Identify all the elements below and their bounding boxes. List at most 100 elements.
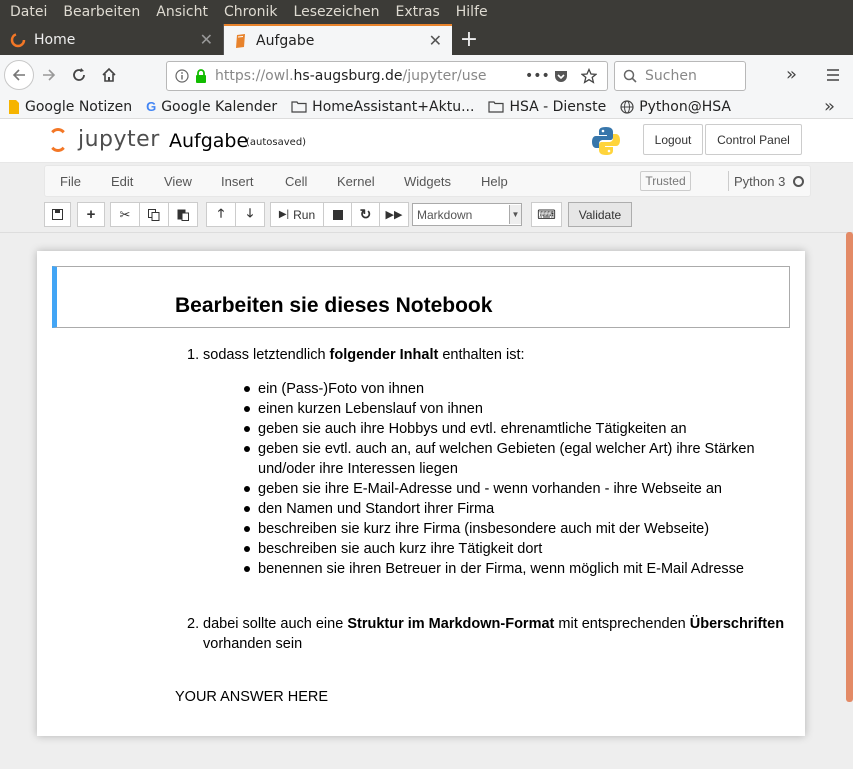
- list-item-1: 1. sodass letztendlich folgender Inhalt …: [175, 345, 785, 579]
- menu-view[interactable]: View: [164, 174, 192, 189]
- scrollbar[interactable]: [846, 232, 853, 702]
- cell-type-value: Markdown: [417, 207, 473, 222]
- menu-kernel[interactable]: Kernel: [337, 174, 375, 189]
- address-bar[interactable]: https://owl. hs-augsburg.de/jupyter/use •…: [166, 61, 608, 91]
- command-palette-button[interactable]: ⌨: [531, 202, 562, 227]
- list-item: benennen sie ihren Betreuer in der Firma…: [231, 559, 785, 579]
- bookmark-hsa-dienste[interactable]: HSA - Dienste: [488, 99, 606, 115]
- keep-icon: [9, 99, 19, 114]
- bullet-list: ein (Pass-)Foto von ihnen einen kurzen L…: [231, 379, 785, 579]
- insert-cell-button[interactable]: +: [77, 202, 105, 227]
- restart-run-all-button[interactable]: ▶▶: [379, 202, 409, 227]
- item2-text-end: vorhanden sein: [203, 636, 303, 652]
- menu-ansicht[interactable]: Ansicht: [156, 4, 208, 20]
- overflow-chevron-icon[interactable]: »: [786, 64, 797, 85]
- list-number: 2.: [187, 616, 200, 632]
- google-g-icon: G: [146, 99, 157, 114]
- tab-home-label: Home: [34, 31, 76, 48]
- bookmarks-overflow-icon[interactable]: »: [824, 96, 835, 117]
- menu-file[interactable]: File: [60, 174, 81, 189]
- list-item: einen kurzen Lebenslauf von ihnen: [231, 399, 785, 419]
- run-button[interactable]: ▶| Run: [270, 202, 324, 227]
- menu-lesezeichen[interactable]: Lesezeichen: [294, 4, 380, 20]
- os-menu-bar: Datei Bearbeiten Ansicht Chronik Lesezei…: [0, 0, 853, 24]
- move-up-button[interactable]: 🡑: [206, 202, 236, 227]
- tab-home[interactable]: Home ✕: [0, 24, 224, 55]
- menu-cell[interactable]: Cell: [285, 174, 307, 189]
- back-button[interactable]: [4, 60, 34, 90]
- url-prefix: https://owl.: [215, 68, 294, 84]
- search-placeholder: Suchen: [645, 68, 697, 84]
- bookmark-label: Python@HSA: [639, 98, 731, 115]
- page-actions-icon[interactable]: •••: [525, 68, 550, 84]
- cut-button[interactable]: ✂: [110, 202, 140, 227]
- menu-insert[interactable]: Insert: [221, 174, 254, 189]
- notebook-name[interactable]: Aufgabe: [169, 130, 248, 152]
- pocket-icon[interactable]: [553, 68, 569, 84]
- bookmark-google-notizen[interactable]: Google Notizen: [8, 99, 132, 115]
- bookmark-python-hsa[interactable]: Python@HSA: [620, 99, 731, 115]
- move-down-button[interactable]: 🡓: [235, 202, 265, 227]
- bookmark-label: Google Kalender: [161, 98, 278, 115]
- menu-datei[interactable]: Datei: [10, 4, 47, 20]
- menu-chronik[interactable]: Chronik: [224, 4, 278, 20]
- tab-aufgabe-close-icon[interactable]: ✕: [429, 31, 442, 50]
- list-item: beschreiben sie kurz ihre Firma (insbeso…: [231, 519, 785, 539]
- bookmark-google-kalender[interactable]: G Google Kalender: [146, 99, 277, 115]
- restart-icon: ↻: [359, 206, 372, 222]
- hamburger-menu-icon[interactable]: [826, 68, 840, 82]
- dropdown-arrow-icon: ▼: [509, 205, 521, 224]
- restart-button[interactable]: ↻: [351, 202, 380, 227]
- reload-button[interactable]: [64, 60, 94, 90]
- save-button[interactable]: [44, 202, 71, 227]
- menu-hilfe[interactable]: Hilfe: [456, 4, 488, 20]
- control-panel-button[interactable]: Control Panel: [705, 124, 802, 155]
- menu-edit[interactable]: Edit: [111, 174, 133, 189]
- scissors-icon: ✂: [119, 206, 131, 222]
- item1-text-end: enthalten ist:: [438, 347, 525, 363]
- new-tab-icon[interactable]: +: [452, 24, 486, 55]
- navigation-bar: https://owl. hs-augsburg.de/jupyter/use •…: [0, 55, 853, 95]
- run-label: Run: [293, 207, 316, 222]
- copy-button[interactable]: [139, 202, 169, 227]
- trusted-indicator[interactable]: Trusted: [640, 171, 691, 191]
- notebook-menubar: File Edit View Insert Cell Kernel Widget…: [44, 165, 811, 197]
- bookmark-label: HomeAssistant+Aktu...: [312, 98, 475, 115]
- cell-type-select[interactable]: Markdown ▼: [412, 203, 522, 226]
- interrupt-button[interactable]: [323, 202, 352, 227]
- jupyter-logo[interactable]: jupyter: [48, 127, 160, 152]
- autosave-status: (autosaved): [246, 137, 307, 148]
- kernel-status-icon: [793, 175, 805, 187]
- back-arrow-icon: [12, 69, 25, 81]
- jupyter-wordmark: jupyter: [78, 127, 160, 152]
- forward-button[interactable]: [34, 60, 64, 90]
- bookmark-star-icon[interactable]: [581, 68, 597, 84]
- search-icon: [623, 69, 637, 83]
- bookmark-homeassistant[interactable]: HomeAssistant+Aktu...: [291, 99, 474, 115]
- list-number: 1.: [187, 347, 200, 363]
- bookmark-label: HSA - Dienste: [509, 98, 607, 115]
- firefox-home-icon: [10, 32, 26, 47]
- save-icon: [52, 209, 63, 220]
- answer-placeholder: YOUR ANSWER HERE: [175, 689, 329, 705]
- menu-bearbeiten[interactable]: Bearbeiten: [63, 4, 140, 20]
- tab-aufgabe[interactable]: Aufgabe ✕: [224, 24, 452, 55]
- logout-button[interactable]: Logout: [643, 124, 703, 155]
- menu-widgets[interactable]: Widgets: [404, 174, 451, 189]
- menu-help[interactable]: Help: [481, 174, 508, 189]
- copy-icon: [148, 208, 160, 221]
- folder-icon: [488, 101, 505, 113]
- validate-button[interactable]: Validate: [568, 202, 632, 227]
- forward-arrow-icon: [43, 69, 56, 81]
- notebook-page: Bearbeiten sie dieses Notebook 1. sodass…: [37, 251, 805, 736]
- paste-button[interactable]: [168, 202, 198, 227]
- tab-home-close-icon[interactable]: ✕: [200, 30, 213, 49]
- plus-icon: +: [86, 206, 96, 223]
- home-button[interactable]: [94, 60, 124, 90]
- list-item: geben sie evtl. auch an, auf welchen Geb…: [231, 439, 785, 479]
- stop-icon: [332, 209, 343, 220]
- item2-text-mid: mit entsprechenden: [554, 616, 690, 632]
- search-box[interactable]: Suchen: [614, 61, 746, 91]
- bookmarks-toolbar: Google Notizen G Google Kalender HomeAss…: [0, 95, 853, 119]
- menu-extras[interactable]: Extras: [396, 4, 440, 20]
